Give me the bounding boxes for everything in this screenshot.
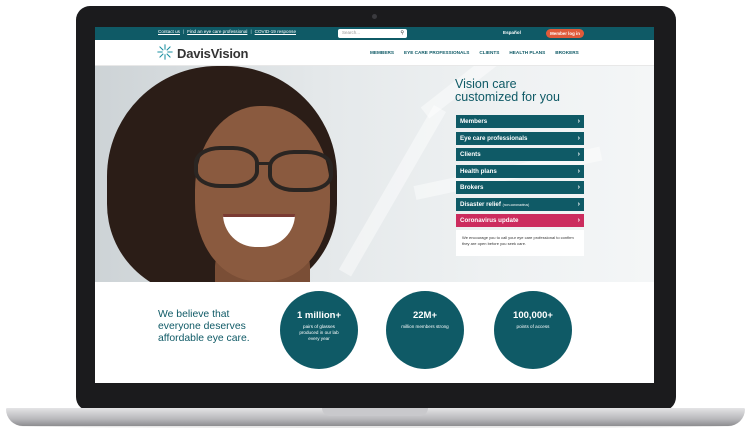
menu-item-brokers[interactable]: Brokers › xyxy=(456,181,584,194)
nav-members[interactable]: MEMBERS xyxy=(370,50,394,55)
menu-item-label: Disaster relief xyxy=(460,200,501,208)
menu-item-members[interactable]: Members › xyxy=(456,115,584,128)
nav-health-plans[interactable]: HEALTH PLANS xyxy=(509,50,545,55)
stat-value: 1 million+ xyxy=(296,310,342,321)
menu-item-label: Brokers xyxy=(460,184,484,191)
hero-banner: Vision care customized for you Members › … xyxy=(95,66,654,282)
hero-photo-face xyxy=(195,106,330,281)
stat-circle-glasses: 1 million+ pairs of glasses produced in … xyxy=(280,291,358,369)
contact-us-link[interactable]: Contact us xyxy=(158,29,180,34)
chevron-right-icon: › xyxy=(577,151,580,158)
menu-item-label: Clients xyxy=(460,151,481,158)
webcam-icon xyxy=(372,14,377,19)
glasses-icon xyxy=(194,146,259,188)
link-separator: | xyxy=(182,29,185,34)
utility-bar: Contact us | Find an eye care profession… xyxy=(95,27,654,40)
coronavirus-note: We encourage you to call your eye care p… xyxy=(456,230,584,256)
menu-item-label: Health plans xyxy=(460,167,497,175)
menu-item-clients[interactable]: Clients › xyxy=(456,148,584,161)
find-eye-care-link[interactable]: Find an eye care professional xyxy=(187,29,247,34)
chevron-right-icon: › xyxy=(577,184,580,191)
glasses-bridge xyxy=(255,162,269,165)
stat-circle-access: 100,000+ points of access xyxy=(494,291,572,369)
glasses-icon xyxy=(268,150,333,192)
menu-item-suffix: (non-coronavirus) xyxy=(502,202,530,207)
belief-statement: We believe that everyone deserves afford… xyxy=(158,309,250,344)
nav-eye-care-professionals[interactable]: EYE CARE PROFESSIONALS xyxy=(404,50,469,55)
hero-title: Vision care customized for you xyxy=(455,78,595,104)
chevron-right-icon: › xyxy=(577,200,580,208)
covid-response-link[interactable]: COVID-19 response xyxy=(255,29,296,34)
member-login-button[interactable]: Member log in xyxy=(546,28,584,38)
stat-value: 22M+ xyxy=(412,310,438,321)
stat-label: million members strong xyxy=(401,324,449,329)
search-placeholder: Search... xyxy=(342,30,361,35)
hero-title-line2: customized for you xyxy=(455,90,560,104)
davisvision-logo-icon[interactable] xyxy=(157,44,173,60)
search-icon[interactable]: ⚲ xyxy=(400,30,404,36)
nav-items: MEMBERS EYE CARE PROFESSIONALS CLIENTS H… xyxy=(370,50,579,55)
chevron-right-icon: › xyxy=(577,217,580,224)
audience-menu: Members › Eye care professionals › Clients… xyxy=(456,115,584,231)
chevron-right-icon: › xyxy=(577,167,580,175)
chevron-right-icon: › xyxy=(577,118,580,125)
stat-label: points of access xyxy=(516,324,550,329)
menu-item-label: Coronavirus update xyxy=(460,217,519,224)
main-nav: DavisVision MEMBERS EYE CARE PROFESSIONA… xyxy=(95,40,654,66)
nav-brokers[interactable]: BROKERS xyxy=(555,50,578,55)
menu-item-disaster-relief[interactable]: Disaster relief (non-coronavirus) › xyxy=(456,197,584,211)
laptop-notch xyxy=(322,408,428,416)
menu-item-label: Eye care professionals xyxy=(460,134,528,142)
language-link[interactable]: Español xyxy=(503,30,521,35)
stats-section: We believe that everyone deserves afford… xyxy=(95,282,654,383)
menu-item-label: Members xyxy=(460,118,488,125)
browser-screen: Contact us | Find an eye care profession… xyxy=(95,27,654,383)
menu-item-eye-care-professionals[interactable]: Eye care professionals › xyxy=(456,131,584,145)
chevron-right-icon: › xyxy=(577,134,580,142)
stat-label: pairs of glasses produced in our lab eve… xyxy=(299,324,339,341)
search-input[interactable]: Search... ⚲ xyxy=(338,28,407,38)
stat-value: 100,000+ xyxy=(513,310,553,321)
stat-circle-members: 22M+ million members strong xyxy=(386,291,464,369)
nav-clients[interactable]: CLIENTS xyxy=(479,50,499,55)
utility-links: Contact us | Find an eye care profession… xyxy=(158,29,296,34)
logo-text[interactable]: DavisVision xyxy=(177,46,248,61)
link-separator: | xyxy=(250,29,252,34)
menu-item-coronavirus-update[interactable]: Coronavirus update › xyxy=(456,214,584,227)
menu-item-health-plans[interactable]: Health plans › xyxy=(456,164,584,178)
